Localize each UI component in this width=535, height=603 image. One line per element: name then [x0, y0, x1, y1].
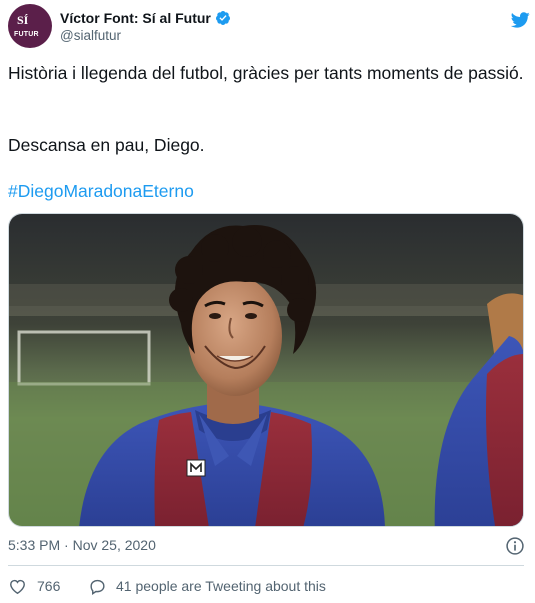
twitter-bird-icon[interactable] — [508, 10, 532, 30]
tweet-text-line-2: Descansa en pau, Diego. — [8, 135, 205, 155]
author-display-name[interactable]: Víctor Font: Sí al Futur — [60, 10, 211, 26]
like-count: 766 — [37, 578, 61, 594]
speech-bubble-icon — [90, 579, 105, 595]
tweet-timestamp[interactable]: 5:33 PM · Nov 25, 2020 — [8, 537, 156, 553]
tweet-text-line-1: Història i llegenda del futbol, gràcies … — [8, 63, 524, 83]
avatar-logo-text: SÍ — [17, 13, 29, 27]
avatar[interactable]: SÍ FUTUR — [8, 4, 52, 48]
tweeting-about-text: 41 people are Tweeting about this — [116, 578, 326, 594]
heart-icon — [10, 579, 25, 594]
tweeting-about-button[interactable]: 41 people are Tweeting about this — [88, 575, 326, 597]
like-button[interactable]: 766 — [8, 575, 60, 597]
tweet-photo-image — [9, 214, 523, 526]
tweet-photo[interactable] — [8, 213, 524, 527]
info-icon[interactable] — [505, 536, 525, 556]
avatar-logo-subtext: FUTUR — [14, 31, 39, 38]
tweet-card: SÍ FUTUR Víctor Font: Sí al Futur @sialf… — [0, 0, 535, 603]
author-name-row[interactable]: Víctor Font: Sí al Futur — [60, 8, 231, 28]
divider — [8, 565, 524, 566]
verified-badge-icon — [215, 11, 230, 25]
author-handle[interactable]: @sialfutur — [60, 28, 121, 43]
tweet-text: Història i llegenda del futbol, gràcies … — [8, 62, 528, 155]
tweet-header: SÍ FUTUR Víctor Font: Sí al Futur @sialf… — [8, 4, 530, 50]
hashtag-link[interactable]: #DiegoMaradonaEterno — [8, 181, 194, 202]
